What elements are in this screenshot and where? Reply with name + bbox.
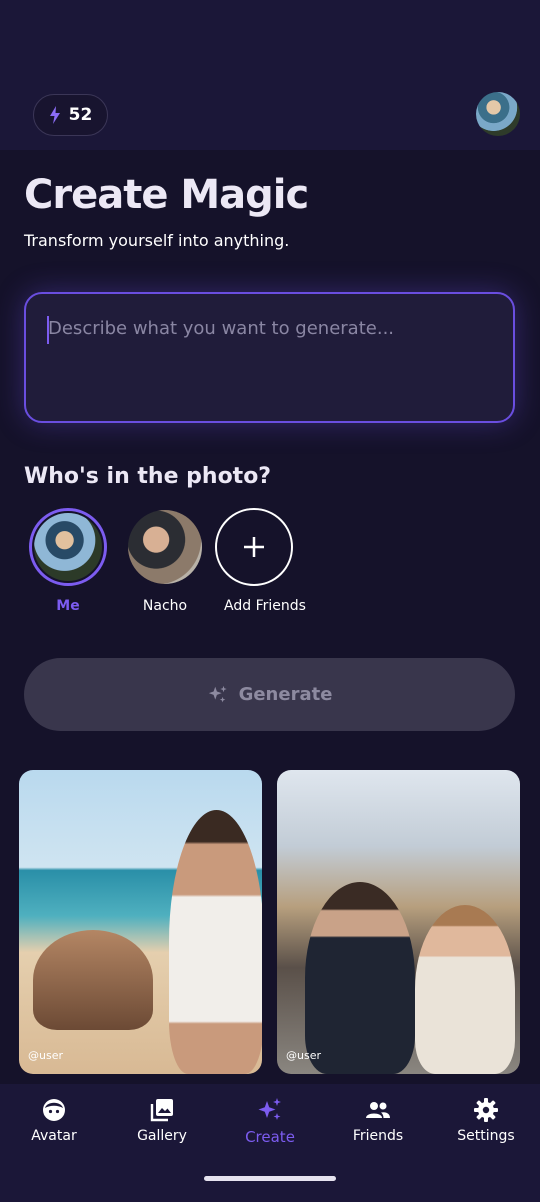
prompt-field[interactable] bbox=[24, 292, 515, 423]
photos-icon bbox=[150, 1099, 173, 1122]
nav-label: Friends bbox=[352, 1128, 404, 1144]
person-label: Me bbox=[56, 598, 80, 614]
avatar bbox=[34, 513, 102, 581]
page-subtitle: Transform yourself into anything. bbox=[24, 231, 290, 250]
nav-label: Gallery bbox=[137, 1128, 187, 1144]
nav-label: Create bbox=[245, 1128, 295, 1146]
nav-item-create[interactable]: Create bbox=[225, 1096, 315, 1146]
gallery-card[interactable]: @user bbox=[19, 770, 262, 1074]
person-me[interactable]: Me bbox=[18, 508, 118, 614]
gear-icon bbox=[474, 1098, 498, 1122]
sparkles-icon bbox=[258, 1098, 281, 1120]
gallery-card[interactable]: @user bbox=[277, 770, 520, 1074]
plus-icon bbox=[215, 508, 293, 586]
nav-item-gallery[interactable]: Gallery bbox=[117, 1096, 207, 1144]
nav-label: Avatar bbox=[31, 1128, 77, 1144]
avatar-ring bbox=[126, 508, 204, 586]
profile-avatar[interactable] bbox=[476, 92, 520, 136]
prompt-input[interactable] bbox=[48, 318, 488, 339]
nav-item-avatar[interactable]: Avatar bbox=[9, 1096, 99, 1144]
home-indicator[interactable] bbox=[204, 1176, 336, 1181]
user-tag: @user bbox=[28, 1049, 63, 1062]
person-label: Nacho bbox=[142, 598, 188, 614]
credits-badge[interactable]: 52 bbox=[33, 94, 108, 136]
generate-button[interactable]: Generate bbox=[24, 658, 515, 731]
nav-item-settings[interactable]: Settings bbox=[441, 1096, 531, 1144]
generate-label: Generate bbox=[238, 684, 333, 705]
photo-subject bbox=[169, 810, 262, 1074]
people-icon bbox=[366, 1102, 390, 1118]
person-nacho[interactable]: Nacho bbox=[115, 508, 215, 614]
person-label: Add Friends bbox=[224, 598, 306, 614]
sparkles-icon bbox=[208, 685, 227, 702]
photo-background-people bbox=[33, 930, 153, 1030]
face-icon bbox=[43, 1099, 65, 1121]
nav-item-friends[interactable]: Friends bbox=[333, 1096, 423, 1144]
credits-count: 52 bbox=[68, 105, 93, 125]
people-section-title: Who's in the photo? bbox=[24, 464, 272, 489]
user-tag: @user bbox=[286, 1049, 321, 1062]
avatar bbox=[128, 510, 202, 584]
selected-ring bbox=[29, 508, 107, 586]
photo-subject bbox=[415, 905, 515, 1074]
nav-label: Settings bbox=[457, 1128, 515, 1144]
bolt-icon bbox=[49, 106, 60, 124]
add-friends-button[interactable]: Add Friends bbox=[215, 508, 315, 614]
photo-subject bbox=[305, 882, 415, 1074]
page-title: Create Magic bbox=[24, 172, 309, 218]
